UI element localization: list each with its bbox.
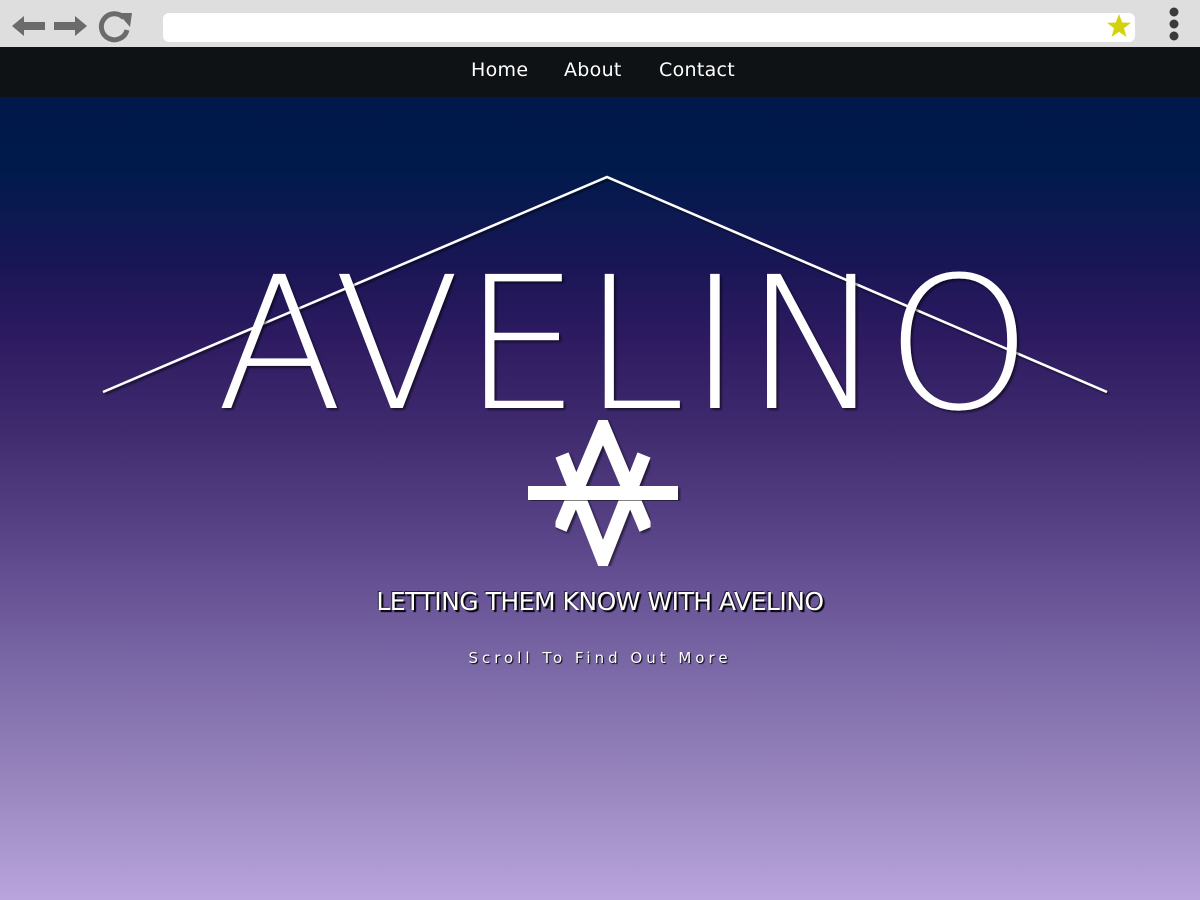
bookmark-button[interactable] (1105, 14, 1133, 42)
url-input[interactable] (175, 17, 1099, 40)
forward-button[interactable] (52, 9, 88, 43)
arrow-left-icon (12, 14, 46, 38)
nav-about-link[interactable]: About (564, 59, 622, 81)
logo-wordmark: AVELINO (216, 238, 1034, 452)
reload-button[interactable] (97, 9, 133, 43)
back-button[interactable] (11, 9, 47, 43)
arrow-right-icon (53, 14, 87, 38)
nav-contact-link[interactable]: Contact (659, 59, 735, 81)
browser-toolbar (0, 0, 1200, 47)
site-navigation: Home About Contact (0, 47, 1200, 97)
scroll-hint-link[interactable]: Scroll To Find Out More (0, 649, 1200, 667)
hero-section: AVELINO LETTING THEM KNOW WITH AVELINO S… (0, 97, 1200, 900)
nav-home-link[interactable]: Home (471, 59, 528, 81)
browser-menu-button[interactable] (1162, 7, 1186, 45)
avelino-logo: AVELINO (102, 175, 1108, 579)
hero-tagline: LETTING THEM KNOW WITH AVELINO (376, 587, 824, 616)
reload-icon (96, 9, 134, 43)
logo-emblem-crossbar (528, 486, 678, 500)
kebab-menu-icon (1168, 7, 1180, 45)
star-icon (1106, 13, 1132, 43)
address-bar[interactable] (163, 13, 1135, 42)
